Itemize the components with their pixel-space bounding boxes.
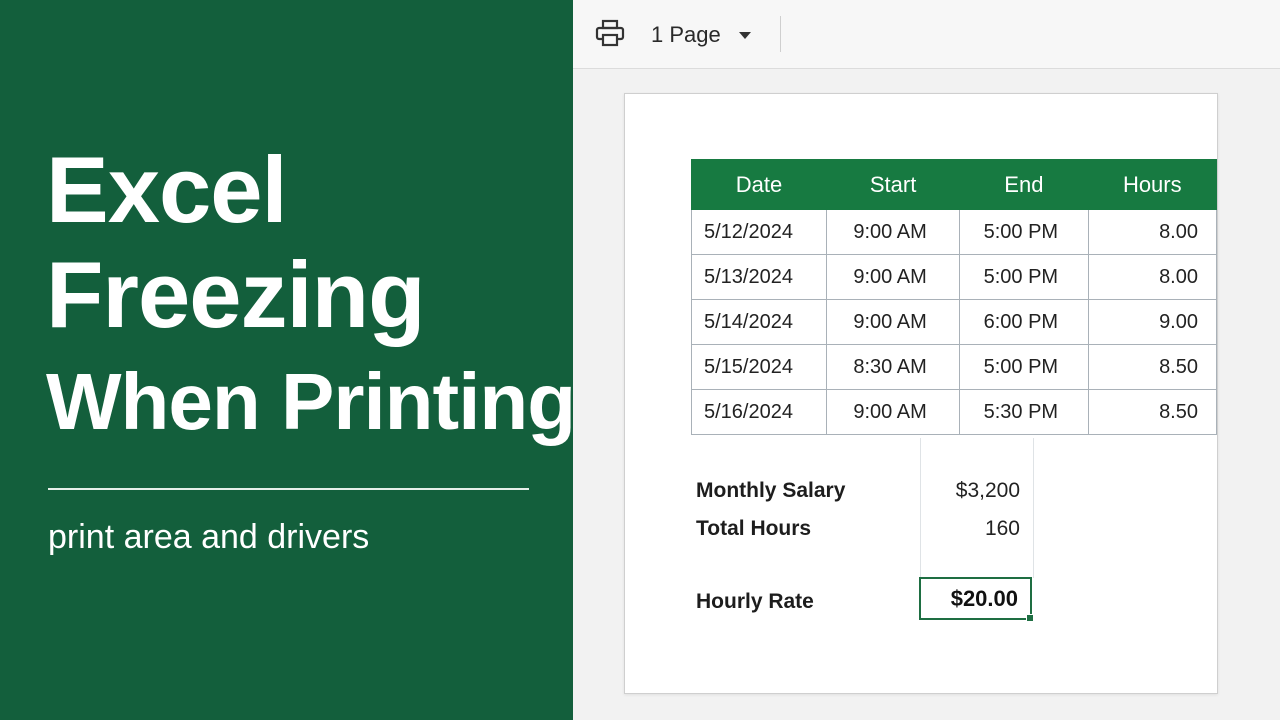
title-line-3: When Printing <box>46 357 576 446</box>
cell-hours[interactable]: 8.00 <box>1087 254 1218 300</box>
table-header-row: Date Start End Hours <box>691 159 1218 210</box>
cell-end[interactable]: 6:00 PM <box>959 299 1089 345</box>
banner-divider <box>48 488 529 490</box>
banner-subtitle: print area and drivers <box>48 518 370 556</box>
table-row: 5/16/2024 9:00 AM 5:30 PM 8.50 <box>691 389 1218 435</box>
cell-start[interactable]: 8:30 AM <box>825 344 961 390</box>
cell-end[interactable]: 5:00 PM <box>959 344 1089 390</box>
page-count-dropdown[interactable]: 1 Page <box>651 18 751 52</box>
caret-down-icon <box>738 31 751 39</box>
cell-end[interactable]: 5:30 PM <box>959 389 1089 435</box>
header-date: Date <box>691 159 827 210</box>
timesheet-table: Date Start End Hours 5/12/2024 9:00 AM 5… <box>691 159 1218 435</box>
cell-hours[interactable]: 9.00 <box>1087 299 1218 345</box>
table-row: 5/15/2024 8:30 AM 5:00 PM 8.50 <box>691 344 1218 390</box>
title-line-2: Freezing <box>46 242 426 347</box>
header-start: Start <box>825 159 961 210</box>
cell-date[interactable]: 5/16/2024 <box>691 389 827 435</box>
title-banner: Excel Freezing When Printing print area … <box>0 0 576 720</box>
gridline-left <box>920 438 921 578</box>
table-row: 5/12/2024 9:00 AM 5:00 PM 8.00 <box>691 209 1218 255</box>
cell-start[interactable]: 9:00 AM <box>825 389 961 435</box>
page-count-label: 1 Page <box>651 22 721 47</box>
cell-end[interactable]: 5:00 PM <box>959 209 1089 255</box>
hourly-rate-label: Hourly Rate <box>696 590 814 613</box>
cell-hours[interactable]: 8.00 <box>1087 209 1218 255</box>
cell-date[interactable]: 5/13/2024 <box>691 254 827 300</box>
printer-icon <box>595 19 625 47</box>
cell-end[interactable]: 5:00 PM <box>959 254 1089 300</box>
cell-date[interactable]: 5/15/2024 <box>691 344 827 390</box>
fill-handle[interactable] <box>1026 614 1034 622</box>
print-toolbar: 1 Page <box>573 0 1280 69</box>
monthly-salary-value[interactable]: $3,200 <box>921 479 1020 503</box>
header-hours: Hours <box>1087 159 1218 210</box>
toolbar-separator <box>780 16 781 52</box>
hourly-rate-value: $20.00 <box>950 585 1018 611</box>
cell-hours[interactable]: 8.50 <box>1087 389 1218 435</box>
print-button[interactable] <box>593 16 627 50</box>
hourly-rate-cell[interactable]: $20.00 <box>919 577 1034 622</box>
table-row: 5/13/2024 9:00 AM 5:00 PM 8.00 <box>691 254 1218 300</box>
cell-start[interactable]: 9:00 AM <box>825 254 961 300</box>
title-line-1: Excel <box>46 137 288 242</box>
cell-hours[interactable]: 8.50 <box>1087 344 1218 390</box>
table-row: 5/14/2024 9:00 AM 6:00 PM 9.00 <box>691 299 1218 345</box>
header-end: End <box>959 159 1089 210</box>
print-preview: 1 Page Date Start End Hours 5/12/2024 9:… <box>573 0 1280 720</box>
cell-date[interactable]: 5/14/2024 <box>691 299 827 345</box>
monthly-salary-label: Monthly Salary <box>696 479 846 502</box>
preview-page: Date Start End Hours 5/12/2024 9:00 AM 5… <box>624 93 1218 694</box>
total-hours-value[interactable]: 160 <box>921 517 1020 541</box>
cell-start[interactable]: 9:00 AM <box>825 299 961 345</box>
total-hours-label: Total Hours <box>696 517 812 540</box>
cell-date[interactable]: 5/12/2024 <box>691 209 827 255</box>
gridline-right <box>1033 438 1034 578</box>
cell-start[interactable]: 9:00 AM <box>825 209 961 255</box>
